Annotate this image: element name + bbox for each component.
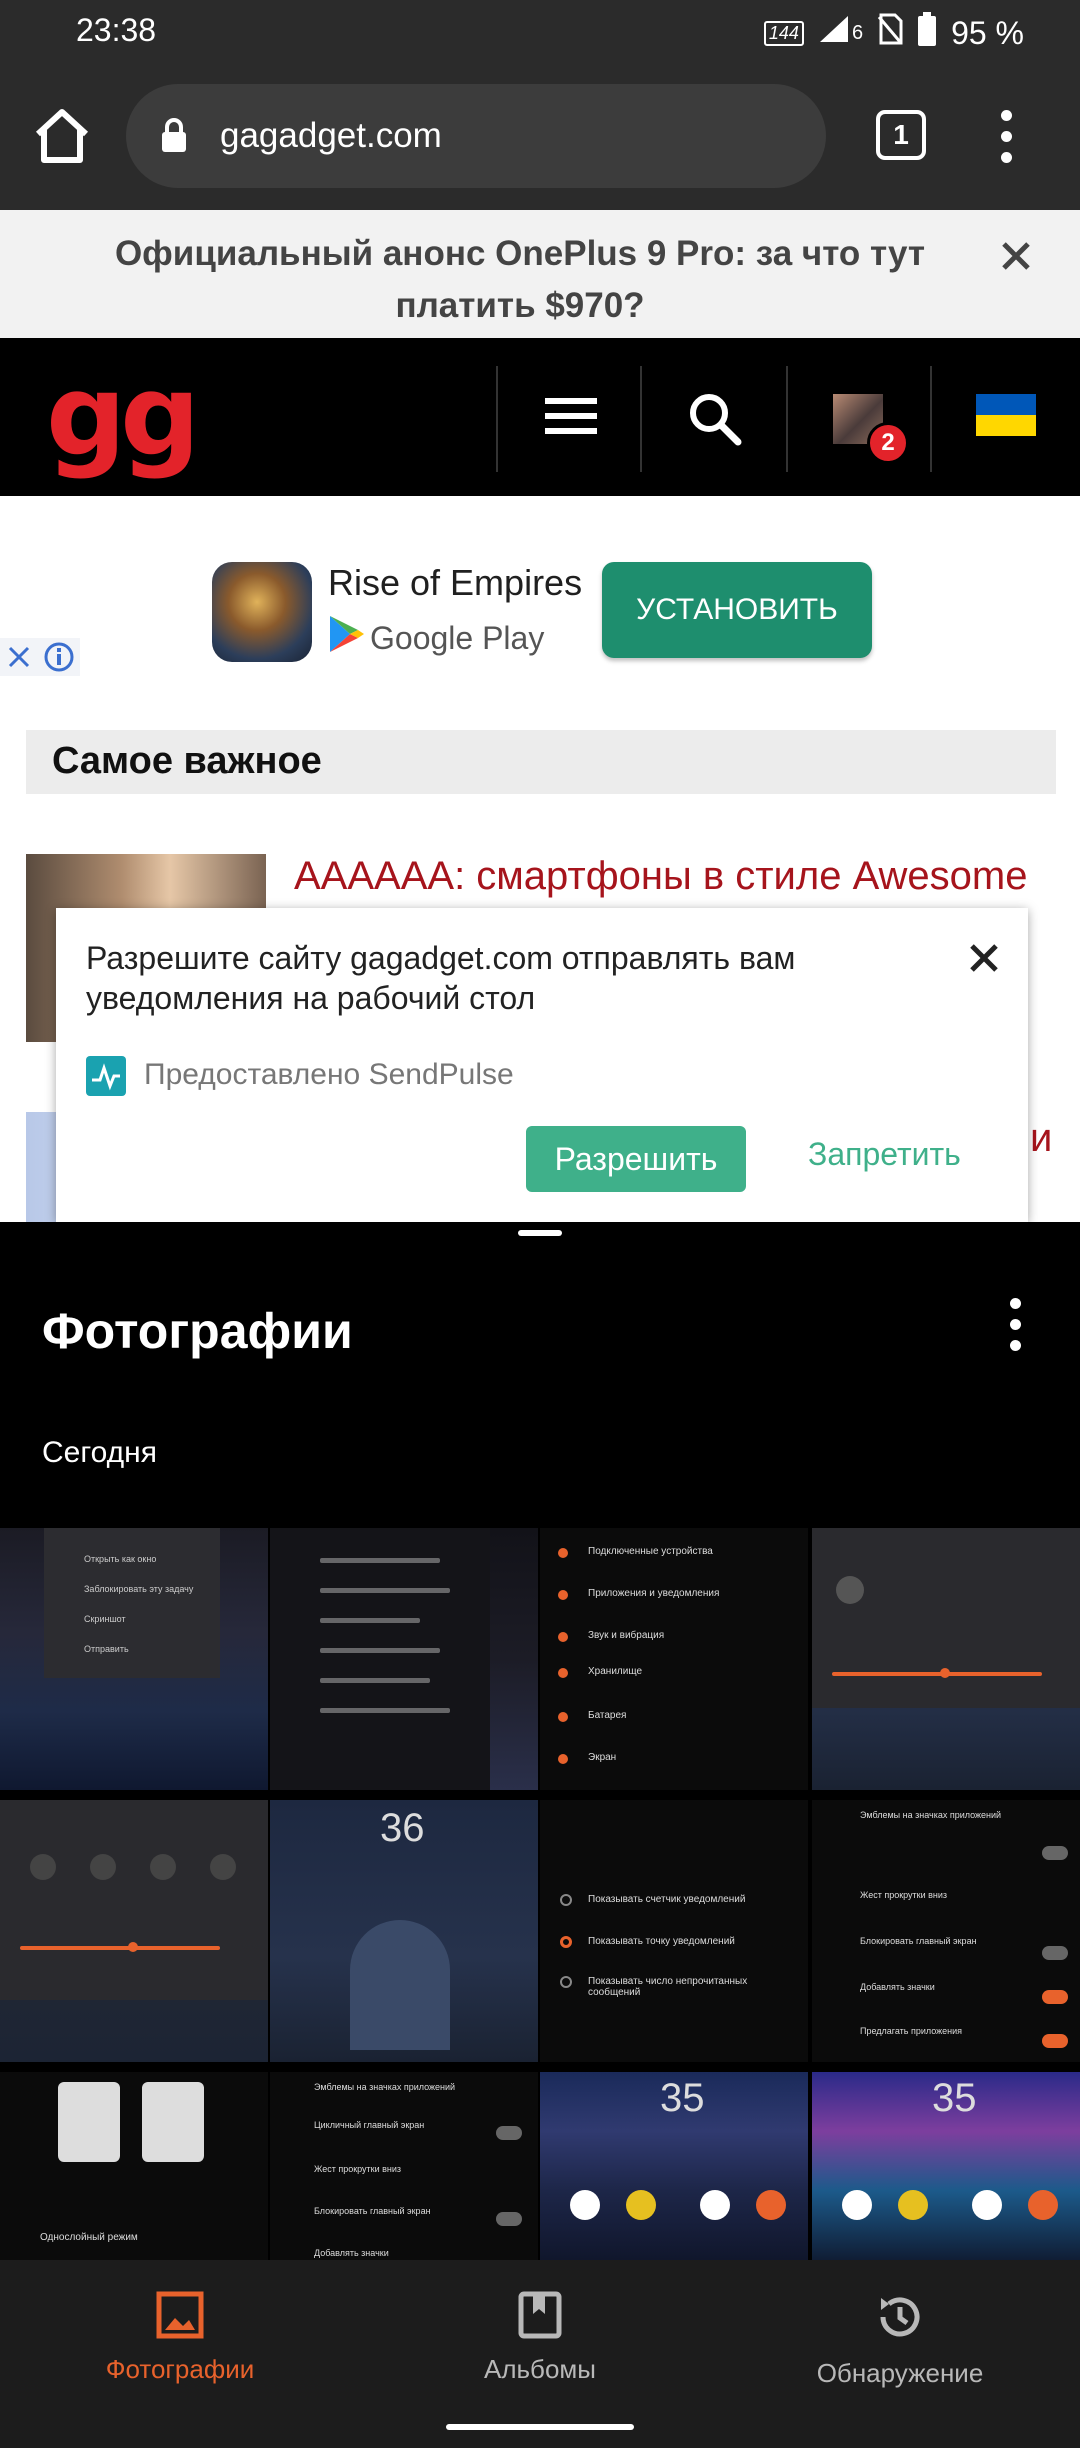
tab-photos[interactable]: Фотографии — [30, 2290, 330, 2385]
announcement-banner[interactable]: Официальный анонс OnePlus 9 Pro: за что … — [0, 210, 1080, 338]
site-header: gg 2 — [0, 338, 1080, 496]
game-app-icon[interactable] — [212, 562, 312, 662]
deny-button[interactable]: Запретить — [808, 1136, 961, 1173]
install-button[interactable]: УСТАНОВИТЬ — [602, 562, 872, 658]
overflow-menu-button[interactable] — [990, 110, 1022, 170]
signal-icon — [818, 14, 852, 52]
photo-thumbnail[interactable]: 35 — [540, 2072, 808, 2270]
close-icon[interactable] — [964, 938, 1004, 978]
album-icon — [518, 2291, 562, 2339]
status-icons: 144 6 95 % — [763, 12, 1024, 54]
close-ad-icon[interactable] — [0, 638, 38, 676]
no-sim-icon — [877, 13, 903, 53]
photo-icon — [156, 2291, 204, 2339]
ad-title[interactable]: Rise of Empires — [328, 562, 582, 604]
bottom-navigation: Фотографии Альбомы Обнаружение — [0, 2260, 1080, 2448]
ukraine-flag-icon[interactable] — [976, 394, 1036, 436]
tab-switcher-button[interactable]: 1 — [876, 110, 926, 160]
photo-thumbnail[interactable]: Открыть как окно Заблокировать эту задач… — [0, 1528, 268, 1790]
status-time: 23:38 — [76, 12, 157, 48]
article-title[interactable]: и — [1030, 1116, 1052, 1161]
provider-label: Предоставлено SendPulse — [144, 1058, 514, 1091]
lock-icon — [162, 118, 186, 152]
info-icon[interactable] — [38, 638, 80, 676]
close-icon[interactable] — [996, 236, 1036, 276]
date-section-label: Сегодня — [42, 1436, 157, 1469]
signal-label: 6 — [851, 21, 864, 44]
sendpulse-icon — [86, 1056, 126, 1096]
more-options-button[interactable] — [1010, 1298, 1024, 1361]
photo-thumbnail[interactable]: Эмблемы на значках приложений Жест прокр… — [812, 1800, 1080, 2062]
home-button[interactable] — [30, 104, 94, 168]
photo-thumbnail[interactable]: Эмблемы на значках приложений Цикличный … — [270, 2072, 538, 2270]
header-divider — [786, 366, 788, 472]
tab-albums[interactable]: Альбомы — [390, 2290, 690, 2385]
photo-thumbnail[interactable]: 36 — [270, 1800, 538, 2062]
status-bar: 23:38 144 6 95 % — [0, 0, 1080, 66]
header-divider — [640, 366, 642, 472]
google-play-icon — [330, 616, 364, 652]
gesture-bar[interactable] — [446, 2424, 634, 2430]
section-title: Самое важное — [52, 740, 322, 782]
split-screen-handle[interactable] — [518, 1230, 562, 1236]
section-header: Самое важное — [26, 730, 1056, 794]
battery-percent: 95 % — [951, 14, 1024, 51]
allow-button[interactable]: Разрешить — [526, 1126, 746, 1192]
article-title[interactable]: АААААА: смартфоны в стиле Awesome — [294, 854, 1027, 899]
history-icon — [880, 2297, 920, 2337]
notification-permission-dialog: Разрешите сайту gagadget.com отправлять … — [56, 908, 1028, 1222]
page-title: Фотографии — [42, 1303, 353, 1359]
refresh-rate-icon: 144 — [763, 20, 804, 46]
battery-icon — [917, 12, 937, 54]
photo-thumbnail[interactable] — [0, 1800, 268, 2062]
photo-thumbnail[interactable]: 35 — [812, 2072, 1080, 2270]
photo-thumbnail[interactable]: Показывать счетчик уведомлений Показыват… — [540, 1800, 808, 2062]
header-divider — [930, 366, 932, 472]
notification-badge: 2 — [867, 422, 909, 464]
site-logo[interactable]: gg — [46, 360, 200, 472]
menu-icon[interactable] — [545, 398, 597, 443]
tab-discovery[interactable]: Обнаружение — [750, 2290, 1050, 2389]
photo-thumbnail[interactable] — [270, 1528, 538, 1790]
browser-toolbar: gagadget.com 1 — [0, 66, 1080, 210]
photo-thumbnail[interactable]: Однослойный режим — [0, 2072, 268, 2270]
search-icon[interactable] — [686, 390, 744, 448]
photo-thumbnail[interactable] — [812, 1528, 1080, 1790]
photo-thumbnail[interactable]: Подключенные устройства Приложения и уве… — [540, 1528, 808, 1790]
tab-label: Обнаружение — [816, 2358, 984, 2388]
url-bar[interactable]: gagadget.com — [126, 84, 826, 188]
url-text: gagadget.com — [220, 116, 442, 155]
tab-label: Фотографии — [105, 2354, 255, 2384]
home-icon — [35, 109, 89, 163]
tab-label: Альбомы — [484, 2354, 596, 2384]
header-divider — [496, 366, 498, 472]
permission-message: Разрешите сайту gagadget.com отправлять … — [86, 940, 796, 1016]
store-name: Google Play — [370, 620, 545, 656]
announcement-text[interactable]: Официальный анонс OnePlus 9 Pro: за что … — [100, 228, 940, 332]
